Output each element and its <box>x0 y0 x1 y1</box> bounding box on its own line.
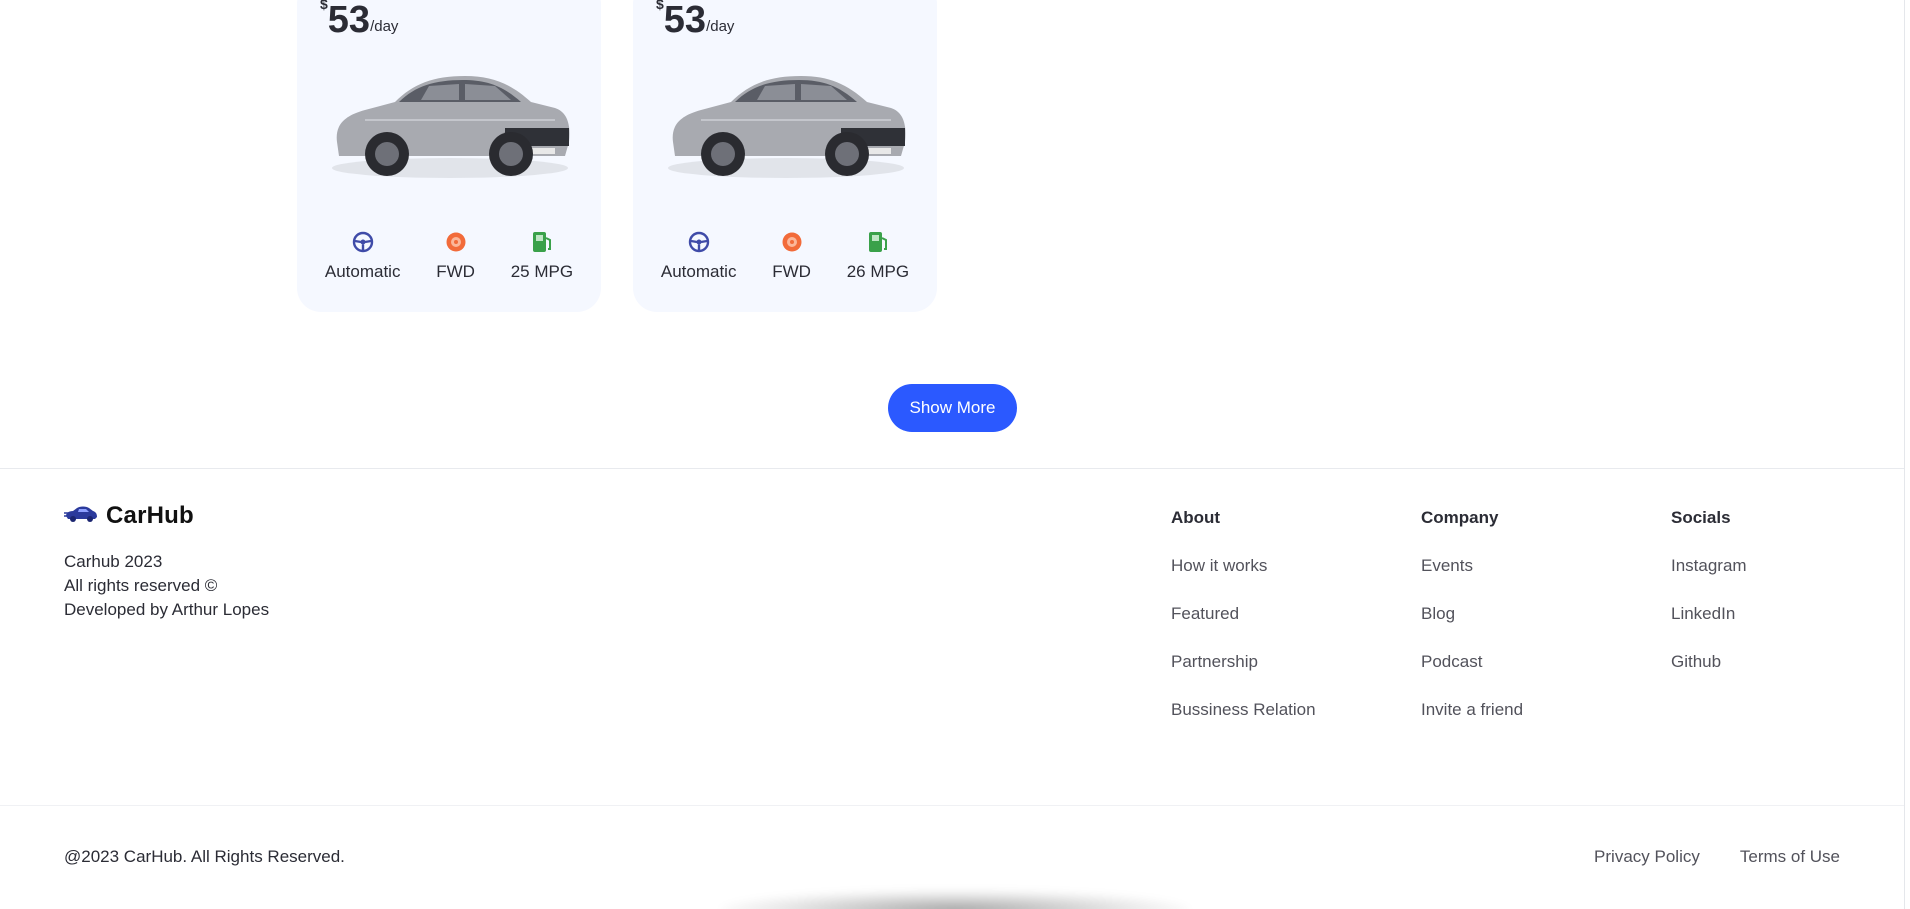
footer-link-invite-friend[interactable]: Invite a friend <box>1421 700 1523 748</box>
car-price: $ 53 /day <box>656 0 734 42</box>
spec-mpg: 26 MPG <box>847 230 909 282</box>
footer-link-linkedin[interactable]: LinkedIn <box>1671 604 1747 652</box>
tire-icon <box>444 230 468 254</box>
spec-drive: FWD <box>772 230 811 282</box>
footer-link-events[interactable]: Events <box>1421 556 1523 604</box>
gas-pump-icon <box>530 230 554 254</box>
price-amount: 53 <box>663 0 707 41</box>
car-image <box>332 76 570 178</box>
car-specs: Automatic FWD 26 MPG <box>633 230 937 282</box>
brand-name: CarHub <box>106 502 194 529</box>
footer-link-podcast[interactable]: Podcast <box>1421 652 1523 700</box>
footer-column-about: About How it works Featured Partnership … <box>1171 508 1316 748</box>
car-logo-icon <box>64 505 98 528</box>
footer-info-line: Carhub 2023 <box>64 552 163 571</box>
footer-link-featured[interactable]: Featured <box>1171 604 1316 652</box>
footer-link-github[interactable]: Github <box>1671 652 1747 700</box>
terms-of-use-link[interactable]: Terms of Use <box>1740 847 1840 867</box>
spec-label: Automatic <box>324 262 401 281</box>
footer-info-line: Developed by Arthur Lopes <box>64 600 270 619</box>
spec-label: FWD <box>772 262 811 281</box>
spec-label: 26 MPG <box>846 262 910 281</box>
footer-brand[interactable]: CarHub <box>64 502 194 530</box>
car-specs: Automatic FWD 25 MPG <box>297 230 601 282</box>
spec-transmission: Automatic <box>660 230 737 282</box>
decorative-shadow <box>720 890 1190 909</box>
steering-wheel-icon <box>687 230 711 254</box>
spec-label: 25 MPG <box>510 262 574 281</box>
price-period: /day <box>370 18 399 35</box>
show-more-button[interactable]: Show More <box>888 384 1017 432</box>
price-currency: $ <box>656 0 664 12</box>
footer-link-business-relation[interactable]: Bussiness Relation <box>1171 700 1316 748</box>
privacy-policy-link[interactable]: Privacy Policy <box>1594 847 1700 867</box>
footer-column-title: About <box>1171 508 1221 527</box>
footer-column-title: Company <box>1421 508 1499 527</box>
car-card[interactable]: $ 53 /day Automatic FWD <box>297 0 601 312</box>
footer-divider <box>0 468 1904 469</box>
gas-pump-icon <box>866 230 890 254</box>
spec-label: FWD <box>436 262 475 281</box>
legal-links: Privacy Policy Terms of Use <box>1594 847 1840 867</box>
footer-link-blog[interactable]: Blog <box>1421 604 1523 652</box>
price-currency: $ <box>320 0 328 12</box>
car-image <box>668 76 906 178</box>
price-amount: 53 <box>327 0 371 41</box>
spec-drive: FWD <box>436 230 475 282</box>
footer-link-partnership[interactable]: Partnership <box>1171 652 1316 700</box>
car-price: $ 53 /day <box>320 0 398 42</box>
car-card[interactable]: $ 53 /day Automatic FWD <box>633 0 937 312</box>
spec-mpg: 25 MPG <box>511 230 573 282</box>
price-period: /day <box>706 18 735 35</box>
tire-icon <box>780 230 804 254</box>
spec-transmission: Automatic <box>324 230 401 282</box>
footer-link-how-it-works[interactable]: How it works <box>1171 556 1316 604</box>
copyright-text: @2023 CarHub. All Rights Reserved. <box>64 847 345 866</box>
footer-column-title: Socials <box>1671 508 1731 527</box>
steering-wheel-icon <box>351 230 375 254</box>
footer-column-company: Company Events Blog Podcast Invite a fri… <box>1421 508 1523 748</box>
footer-info: Carhub 2023 All rights reserved © Develo… <box>64 550 269 622</box>
footer-column-socials: Socials Instagram LinkedIn Github <box>1671 508 1747 700</box>
spec-label: Automatic <box>660 262 737 281</box>
window-edge <box>1904 0 1905 909</box>
footer-link-instagram[interactable]: Instagram <box>1671 556 1747 604</box>
footer-info-line: All rights reserved © <box>64 576 218 595</box>
footer-bottom-divider <box>0 805 1904 806</box>
